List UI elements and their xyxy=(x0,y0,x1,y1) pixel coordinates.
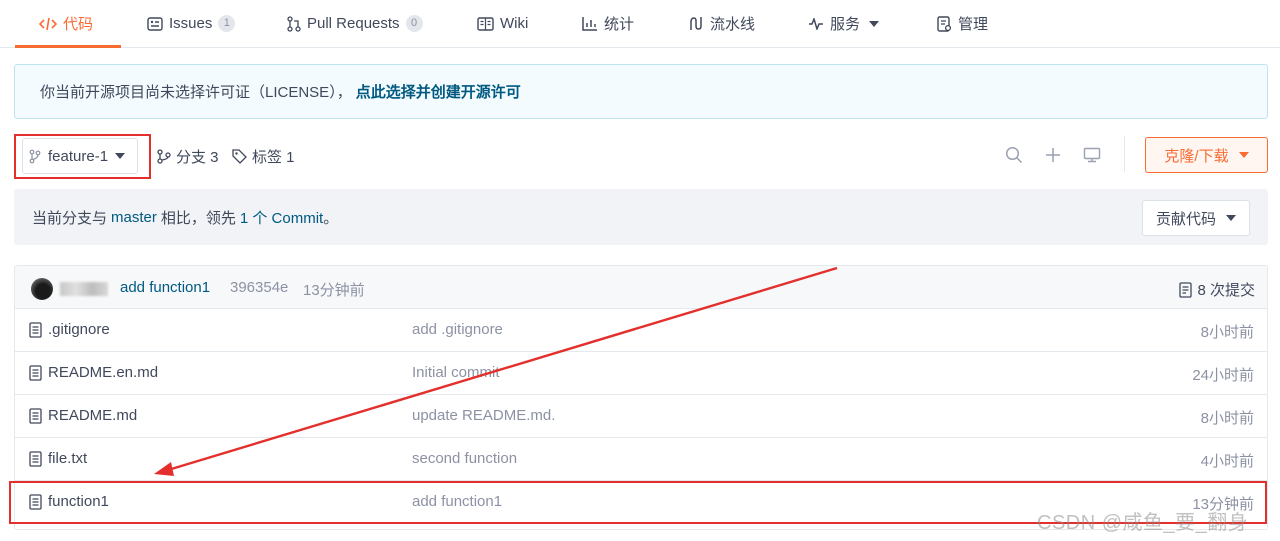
chevron-down-icon xyxy=(1226,215,1236,221)
create-license-link[interactable]: 点此选择并创建开源许可 xyxy=(356,81,521,102)
tab-label: 代码 xyxy=(63,16,94,33)
compare-middle: 相比，领先 xyxy=(160,209,236,227)
ahead-commits-link[interactable]: 1 个 Commit xyxy=(240,207,323,228)
license-banner-text: 你当前开源项目尚未选择许可证（LICENSE）， xyxy=(40,84,352,101)
file-commit-time: 24小时前 xyxy=(1192,367,1254,384)
tab-code[interactable]: 代码 xyxy=(15,0,121,48)
tab-label: Wiki xyxy=(500,15,529,32)
file-name[interactable]: file.txt xyxy=(48,450,87,467)
file-icon xyxy=(29,407,42,424)
file-icon xyxy=(29,450,42,467)
commit-count-link[interactable]: 8 次提交 xyxy=(1179,279,1255,300)
tab-pipeline[interactable]: 流水线 xyxy=(688,0,755,47)
file-row[interactable]: file.txt second function 4小时前 xyxy=(15,438,1267,481)
tags-label: 标签 1 xyxy=(252,148,295,166)
file-name[interactable]: README.md xyxy=(48,407,137,424)
add-file-icon[interactable] xyxy=(1042,144,1064,166)
tags-link[interactable]: 标签 1 xyxy=(232,145,295,167)
tab-pull-requests[interactable]: Pull Requests 0 xyxy=(287,0,423,47)
settings-icon xyxy=(937,15,952,32)
tab-label: 管理 xyxy=(958,16,989,33)
contribute-button[interactable]: 贡献代码 xyxy=(1142,200,1250,236)
base-branch-link[interactable]: master xyxy=(111,209,157,226)
author-name-redacted xyxy=(60,282,108,296)
tab-stats[interactable]: 统计 xyxy=(582,0,634,47)
search-icon[interactable] xyxy=(1003,144,1025,166)
file-name[interactable]: README.en.md xyxy=(48,364,158,381)
file-commit-time: 8小时前 xyxy=(1200,324,1254,341)
file-commit-message[interactable]: second function xyxy=(412,450,517,467)
service-icon xyxy=(808,17,824,30)
tab-settings[interactable]: 管理 xyxy=(937,0,988,47)
file-icon xyxy=(29,364,42,381)
tab-service[interactable]: 服务 xyxy=(808,0,880,47)
pull-request-icon xyxy=(287,15,301,32)
tab-label: Issues xyxy=(169,15,213,32)
code-icon xyxy=(39,17,57,31)
file-name[interactable]: .gitignore xyxy=(48,321,110,338)
file-commit-message[interactable]: Initial commit xyxy=(412,364,500,381)
file-row[interactable]: README.md update README.md. 8小时前 xyxy=(15,395,1267,438)
tab-label: 流水线 xyxy=(710,16,756,33)
branch-compare-bar: 当前分支与 master 相比，领先 1 个 Commit 。 xyxy=(14,189,1268,245)
avatar[interactable] xyxy=(31,278,53,300)
file-row[interactable]: README.en.md Initial commit 24小时前 xyxy=(15,352,1267,395)
issues-count-badge: 1 xyxy=(218,15,236,32)
file-commit-time: 8小时前 xyxy=(1200,410,1254,427)
branches-link[interactable]: 分支 3 xyxy=(157,145,219,167)
tab-label: 服务 xyxy=(830,16,861,33)
web-ide-icon[interactable] xyxy=(1081,144,1103,166)
tab-label: Pull Requests xyxy=(307,15,400,32)
commits-icon xyxy=(1179,281,1193,298)
compare-prefix: 当前分支与 xyxy=(32,209,108,227)
repo-tabs: 代码 Issues 1 Pull Requests 0 Wiki 统计 流水线 xyxy=(0,0,1280,48)
tab-issues[interactable]: Issues 1 xyxy=(147,0,236,47)
file-icon xyxy=(29,321,42,338)
last-commit-time: 13分钟前 xyxy=(303,282,365,299)
clone-download-button[interactable]: 克隆/下载 xyxy=(1145,137,1268,173)
file-commit-message[interactable]: update README.md. xyxy=(412,407,555,424)
compare-suffix: 。 xyxy=(323,209,339,227)
file-commit-time: 4小时前 xyxy=(1200,453,1254,470)
toolbar-divider xyxy=(1124,136,1125,172)
annotation-highlight-branch xyxy=(14,134,151,179)
last-commit-header: add function1 396354e 13分钟前 8 次提交 xyxy=(15,266,1267,309)
branches-label: 分支 3 xyxy=(176,148,219,166)
stats-icon xyxy=(582,16,598,31)
chevron-down-icon xyxy=(1238,152,1249,158)
last-commit-hash[interactable]: 396354e xyxy=(230,279,288,296)
file-row[interactable]: .gitignore add .gitignore 8小时前 xyxy=(15,309,1267,352)
tab-label: 统计 xyxy=(604,16,635,33)
pr-count-badge: 0 xyxy=(405,15,423,32)
commit-count-label: 8 次提交 xyxy=(1197,282,1255,299)
clone-download-label: 克隆/下载 xyxy=(1164,147,1229,165)
last-commit-message[interactable]: add function1 xyxy=(120,279,210,296)
tab-wiki[interactable]: Wiki xyxy=(477,0,528,47)
issues-icon xyxy=(147,16,163,31)
pipeline-icon xyxy=(688,16,704,31)
file-commit-message[interactable]: add .gitignore xyxy=(412,321,503,338)
watermark: CSDN @咸鱼_要_翻身 xyxy=(1037,512,1249,534)
tag-icon xyxy=(232,148,247,164)
chevron-down-icon xyxy=(869,20,880,27)
license-banner: 你当前开源项目尚未选择许可证（LICENSE）， 点此选择并创建开源许可 xyxy=(14,64,1268,119)
branches-icon xyxy=(157,148,171,164)
wiki-icon xyxy=(477,16,494,31)
contribute-label: 贡献代码 xyxy=(1155,210,1216,228)
